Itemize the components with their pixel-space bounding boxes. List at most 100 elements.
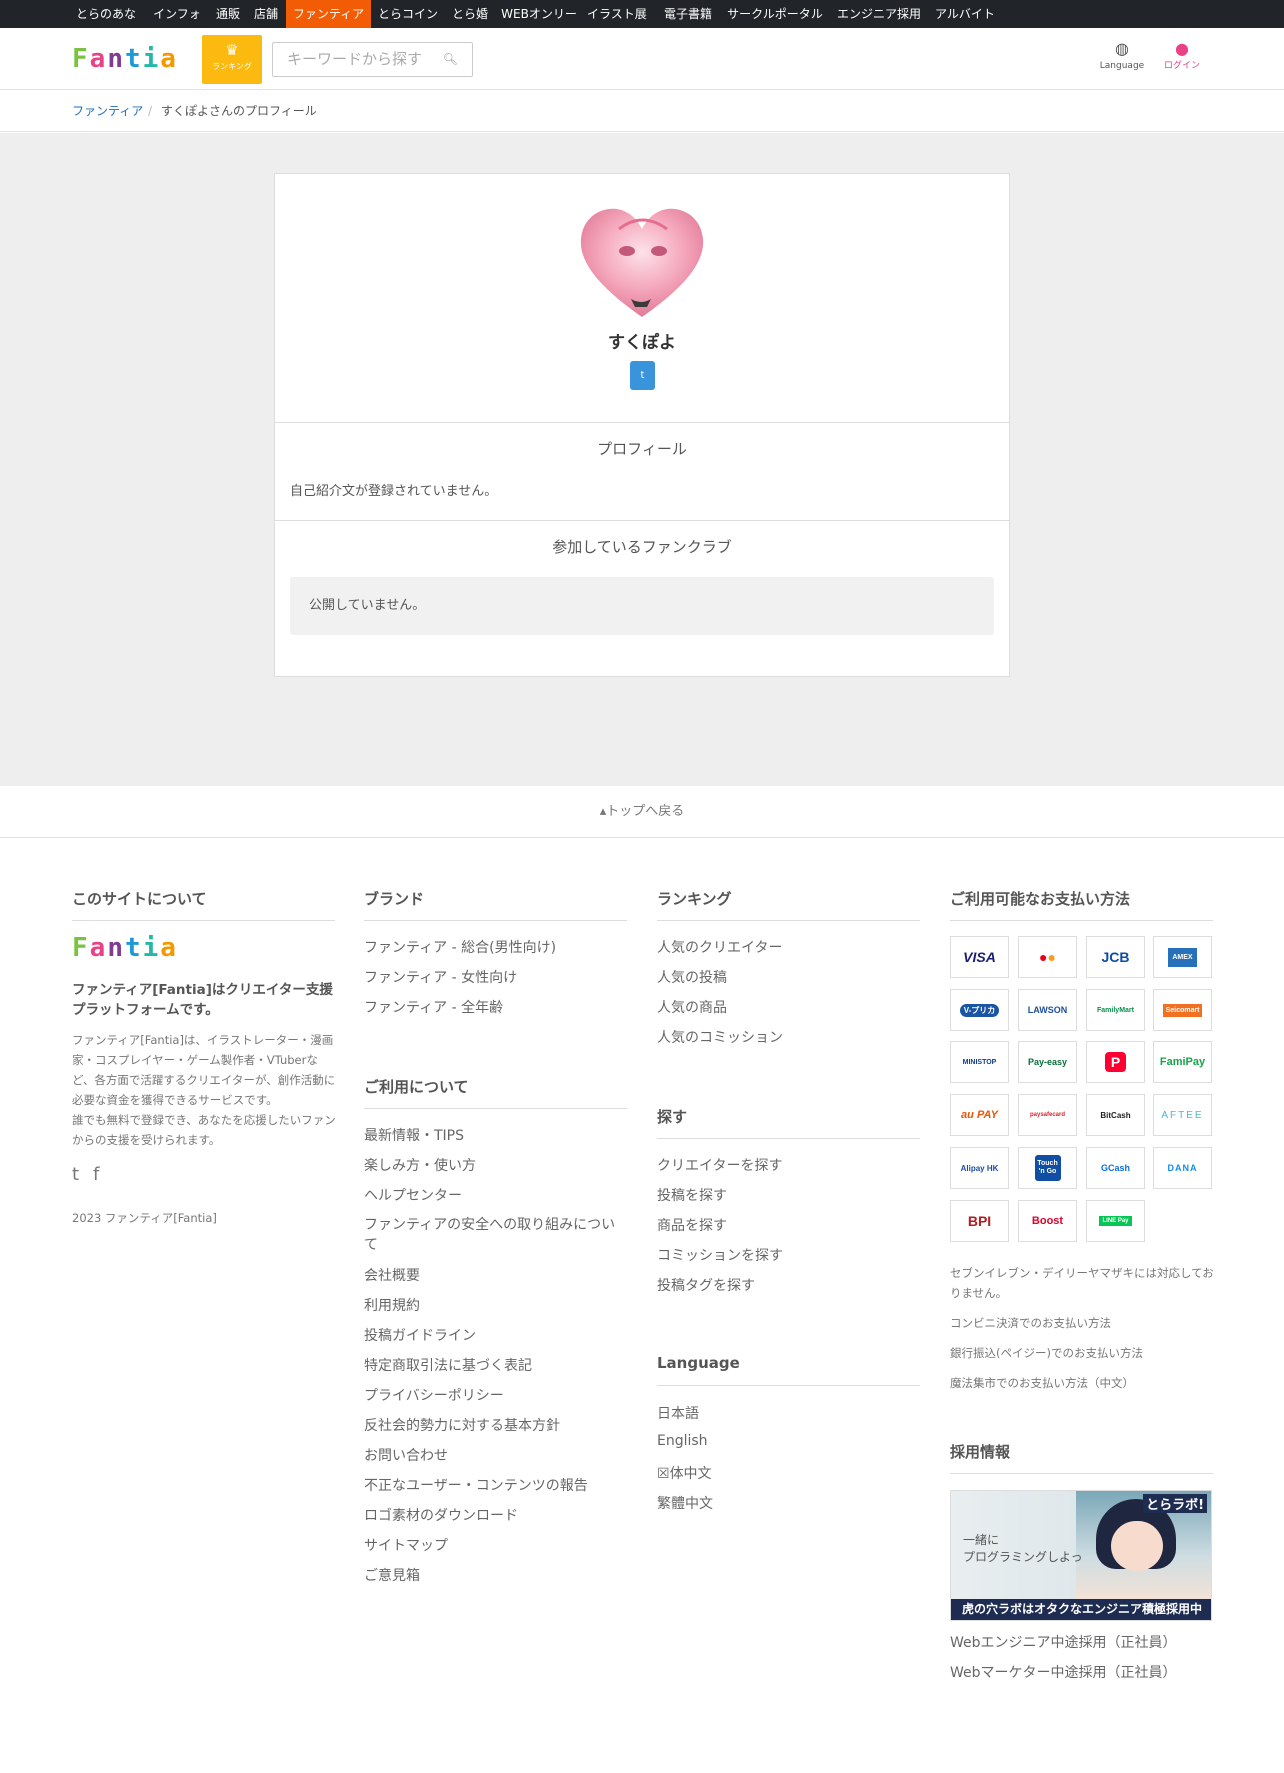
facebook-icon[interactable]: f	[93, 1164, 99, 1185]
netbar-item-ebook[interactable]: 電子書籍	[662, 0, 714, 28]
footer-link-guideline[interactable]: 投稿ガイドライン	[364, 1325, 476, 1345]
footer-link-search-products[interactable]: 商品を探す	[657, 1215, 727, 1235]
recruit-banner-caption: 虎の穴ラボはオタクなエンジニア積極採用中	[951, 1599, 1211, 1620]
language-label: Language	[1099, 61, 1145, 71]
search-icon[interactable]: 🔍︎	[443, 43, 458, 76]
payment-link-payeasy[interactable]: 銀行振込(ペイジー)でのお支払い方法	[950, 1343, 1143, 1363]
footer-link-terms[interactable]: 利用規約	[364, 1295, 420, 1315]
footer-usage-title: ご利用について	[364, 1078, 469, 1096]
divider	[275, 422, 1009, 423]
netbar-item-engineer[interactable]: エンジニア採用	[834, 0, 924, 28]
footer-link-popular-posts[interactable]: 人気の投稿	[657, 967, 727, 987]
touchngo-label: Touch 'n Go	[1034, 1155, 1061, 1181]
divider	[364, 920, 627, 921]
footer-link-sitemap[interactable]: サイトマップ	[364, 1535, 448, 1555]
footer-link-news[interactable]: 最新情報・TIPS	[364, 1125, 464, 1145]
footer-about-desc2: 誰でも無料で登録でき、あなたを応援したいファンからの支援を受けられます。	[72, 1113, 336, 1147]
footer-link-recruit-marketer[interactable]: Webマーケター中途採用（正社員）	[950, 1662, 1177, 1682]
footer-link-brand-female[interactable]: ファンティア - 女性向け	[364, 967, 517, 987]
footer-ranking-title: ランキング	[657, 890, 732, 908]
payment-aupay-logo: au PAY	[950, 1094, 1009, 1136]
footer-lang-traditional-chinese[interactable]: 繁體中文	[657, 1493, 713, 1513]
footer-link-contact[interactable]: お問い合わせ	[364, 1445, 448, 1465]
logo-letter: a	[160, 933, 176, 963]
footer-link-help[interactable]: ヘルプセンター	[364, 1185, 462, 1205]
logo-letter: n	[107, 933, 123, 963]
payment-dana-logo: DANA	[1153, 1147, 1212, 1189]
netbar-item-torakon[interactable]: とら婚	[448, 0, 492, 28]
logo-letter: F	[72, 44, 88, 74]
payment-link-mofa[interactable]: 魔法集市でのお支払い方法（中文）	[950, 1373, 1134, 1393]
footer-link-company[interactable]: 会社概要	[364, 1265, 420, 1285]
language-button[interactable]: ◍ Language	[1097, 39, 1147, 73]
payment-link-konbini[interactable]: コンビニ決済でのお支払い方法	[950, 1313, 1111, 1333]
payment-lawson-logo: LAWSON	[1018, 989, 1077, 1031]
footer-recruit-title: 採用情報	[950, 1443, 1011, 1461]
footer-lang-english[interactable]: English	[657, 1433, 708, 1449]
payment-bitcash-logo: BitCash	[1086, 1094, 1145, 1136]
netbar-item-tsuhan[interactable]: 通販	[212, 0, 244, 28]
payment-paysafecard-logo: paysafecard	[1018, 1094, 1077, 1136]
footer-link-search-posts[interactable]: 投稿を探す	[657, 1185, 727, 1205]
footer-link-logo[interactable]: ロゴ素材のダウンロード	[364, 1505, 518, 1525]
logo-letter: i	[142, 933, 159, 963]
search-input[interactable]: キーワードから探す 🔍︎	[272, 42, 473, 77]
divider	[657, 1385, 920, 1386]
footer-link-recruit-engineer[interactable]: Webエンジニア中途採用（正社員）	[950, 1632, 1177, 1652]
footer-link-privacy[interactable]: プライバシーポリシー	[364, 1385, 504, 1405]
payment-bpi-logo: BPI	[950, 1200, 1009, 1242]
footer-link-tokusho[interactable]: 特定商取引法に基づく表記	[364, 1355, 532, 1375]
footer-lang-label: 体中文	[669, 1466, 712, 1482]
breadcrumb-home-link[interactable]: ファンティア	[72, 91, 143, 132]
footer-link-search-creators[interactable]: クリエイターを探す	[657, 1155, 782, 1175]
profile-description: 自己紹介文が登録されていません。	[290, 484, 498, 499]
login-label: ログイン	[1163, 61, 1200, 71]
footer-link-popular-creators[interactable]: 人気のクリエイター	[657, 937, 782, 957]
footer-link-antisocial[interactable]: 反社会的勢力に対する基本方針	[364, 1415, 560, 1435]
divider	[950, 1473, 1213, 1474]
twitter-icon[interactable]: t	[72, 1164, 79, 1185]
footer-link-safety[interactable]: ファンティアの安全への取り組みについて	[364, 1215, 628, 1255]
netbar-item-info[interactable]: インフォ	[149, 0, 205, 28]
footer-link-howto[interactable]: 楽しみ方・使い方	[364, 1155, 476, 1175]
footer-link-report[interactable]: 不正なユーザー・コンテンツの報告	[364, 1475, 588, 1495]
netbar-item-toranoana[interactable]: とらのあな	[71, 0, 141, 28]
footer-tagline: ファンティア[Fantia]はクリエイター支援プラットフォームです。	[72, 982, 333, 1018]
breadcrumb: ファンティア / すくぽよさんのプロフィール	[0, 91, 1284, 132]
footer-language-title: Language	[657, 1354, 740, 1372]
logo-letter: n	[107, 44, 123, 74]
footer-link-popular-commissions[interactable]: 人気のコミッション	[657, 1027, 783, 1047]
netbar-item-illustten[interactable]: イラスト展	[587, 0, 647, 28]
payment-ministop-logo: MINISTOP	[950, 1041, 1009, 1083]
profile-card: すくぽよ t プロフィール 自己紹介文が登録されていません。 参加しているファン…	[274, 173, 1010, 677]
footer-link-search-commissions[interactable]: コミッションを探す	[657, 1245, 783, 1265]
netbar-item-circleportal[interactable]: サークルポータル	[724, 0, 826, 28]
payment-jcb-logo: JCB	[1086, 936, 1145, 978]
vpreca-label: V-プリカ	[959, 1003, 1000, 1017]
recruit-banner[interactable]: とらラボ! 一緒に プログラミングしよっ 虎の穴ラボはオタクなエンジニア積極採用…	[950, 1490, 1212, 1621]
ranking-button[interactable]: ♛ ランキング	[202, 35, 262, 84]
footer-link-brand-general[interactable]: ファンティア - 総合(男性向け)	[364, 937, 556, 957]
back-to-top-link[interactable]: ▴トップへ戻る	[0, 786, 1284, 838]
login-button[interactable]: ● ログイン	[1157, 39, 1207, 73]
footer-link-popular-products[interactable]: 人気の商品	[657, 997, 727, 1017]
netbar-item-toracoin[interactable]: とらコイン	[375, 0, 441, 28]
netbar-item-arbeit[interactable]: アルバイト	[932, 0, 998, 28]
netbar-item-webonly[interactable]: WEBオンリー	[499, 0, 579, 28]
footer-lang-simplified-chinese[interactable]: ☒体中文	[657, 1463, 712, 1483]
breadcrumb-separator: /	[148, 104, 153, 118]
divider	[657, 920, 920, 921]
payment-mastercard-logo: ● ●	[1018, 936, 1077, 978]
site-header: F a n t i a ♛ ランキング キーワードから探す 🔍︎ ◍ Langu…	[0, 28, 1284, 90]
footer-link-feedback[interactable]: ご意見箱	[364, 1565, 420, 1585]
fantia-logo[interactable]: F a n t i a	[72, 44, 192, 74]
payment-linepay-logo: LINE Pay	[1086, 1200, 1145, 1242]
footer-link-brand-allages[interactable]: ファンティア - 全年齢	[364, 997, 503, 1017]
netbar-item-tenpo[interactable]: 店舗	[250, 0, 282, 28]
netbar-item-fantia[interactable]: ファンティア	[286, 0, 371, 28]
footer-search-title: 探す	[657, 1108, 688, 1126]
twitter-button[interactable]: t	[630, 361, 655, 390]
payment-amex-logo: AMEX	[1153, 936, 1212, 978]
footer-lang-japanese[interactable]: 日本語	[657, 1403, 699, 1423]
footer-link-search-tags[interactable]: 投稿タグを探す	[657, 1275, 755, 1295]
